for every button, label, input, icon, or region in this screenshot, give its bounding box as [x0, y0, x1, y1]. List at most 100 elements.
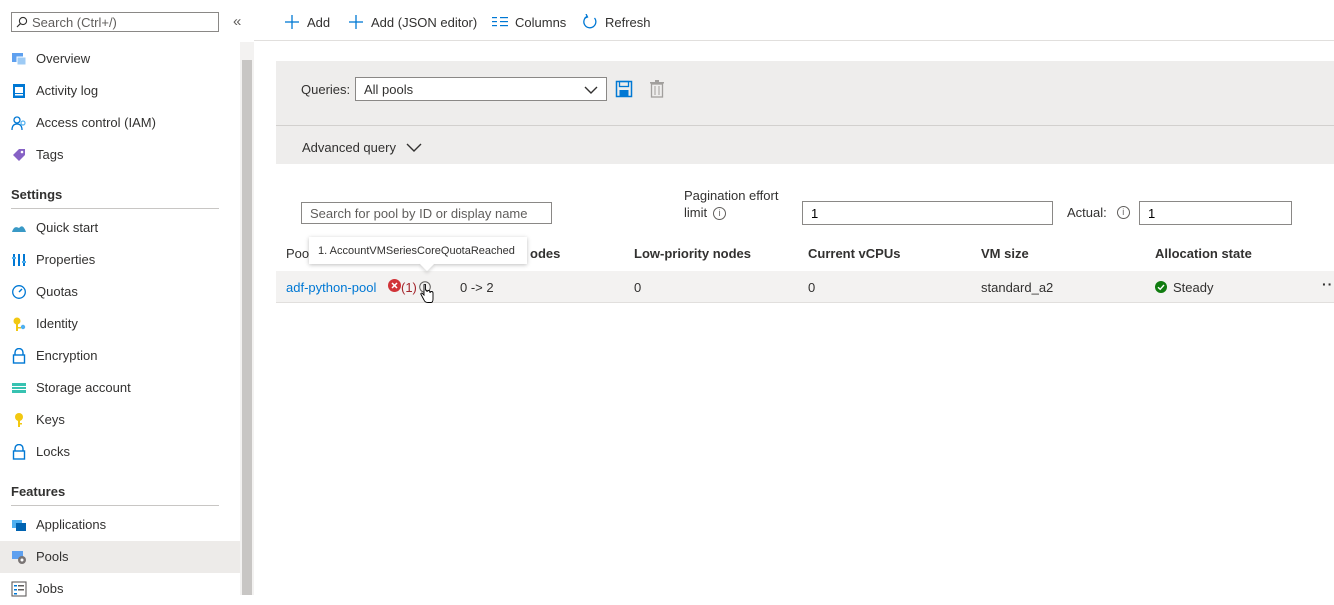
dedicated-nodes-value: 0 -> 2: [460, 280, 494, 295]
info-icon[interactable]: i: [713, 207, 727, 221]
allocation-state-value: Steady: [1173, 280, 1214, 295]
columns-label: Columns: [515, 14, 567, 30]
sidebar-item-quotas[interactable]: Quotas: [0, 276, 240, 308]
pool-search-box[interactable]: [301, 202, 552, 224]
sidebar-item-access-control[interactable]: Access control (IAM): [0, 107, 240, 139]
hand-cursor-icon: [420, 283, 434, 307]
column-header-low-priority-nodes[interactable]: Low-priority nodes: [634, 246, 751, 261]
actual-field[interactable]: [1139, 201, 1292, 225]
menu-search-box[interactable]: [11, 12, 219, 32]
advanced-query-toggle[interactable]: Advanced query: [302, 140, 422, 155]
storage-account-icon: [11, 380, 27, 396]
sidebar-item-label: Keys: [36, 412, 65, 427]
error-tooltip: 1. AccountVMSeriesCoreQuotaReached: [309, 237, 527, 272]
resource-menu: « Overview Activity log Access control (…: [0, 0, 241, 597]
activity-log-icon: [11, 83, 27, 99]
current-vcpus-value: 0: [808, 280, 816, 295]
pool-id-link[interactable]: adf-python-pool: [286, 280, 376, 295]
refresh-label: Refresh: [605, 14, 651, 30]
sidebar-item-label: Applications: [36, 517, 107, 532]
access-control-icon: [11, 115, 27, 131]
column-header-current-vcpus[interactable]: Current vCPUs: [808, 246, 900, 261]
add-button[interactable]: Add: [283, 12, 330, 32]
sidebar-item-label: Properties: [36, 252, 96, 267]
pagination-effort-field[interactable]: [802, 201, 1053, 225]
menu-search-input[interactable]: [32, 14, 212, 30]
queries-dropdown[interactable]: All pools: [355, 77, 607, 101]
command-bar: Add Add (JSON editor) Columns Refresh: [254, 0, 1334, 41]
sidebar-item-storage-account[interactable]: Storage account: [0, 372, 240, 404]
pool-search-input[interactable]: [302, 205, 548, 221]
queries-label: Queries:: [301, 82, 351, 97]
error-icon: [388, 279, 401, 295]
vm-size-value: standard_a2: [981, 280, 1054, 295]
columns-button[interactable]: Columns: [491, 12, 566, 32]
advanced-query-label: Advanced query: [302, 140, 396, 155]
queries-dropdown-value: All pools: [364, 81, 414, 97]
menu-scrollbar-thumb[interactable]: [242, 60, 252, 595]
low-priority-nodes-value: 0: [634, 280, 642, 295]
sidebar-item-encryption[interactable]: Encryption: [0, 340, 240, 372]
column-header-dedicated-nodes[interactable]: odes: [530, 246, 560, 261]
sidebar-item-overview[interactable]: Overview: [0, 43, 240, 75]
row-more-actions-button[interactable]: ···: [1322, 276, 1334, 292]
overview-icon: [11, 51, 27, 67]
lock-icon: [11, 347, 27, 364]
sidebar-item-applications[interactable]: Applications: [0, 509, 240, 541]
sidebar-item-label: Tags: [36, 147, 64, 162]
refresh-icon: [581, 13, 599, 31]
sidebar-item-tags[interactable]: Tags: [0, 139, 240, 171]
pools-blade: Add Add (JSON editor) Columns Refresh Qu…: [254, 0, 1334, 595]
pagination-effort-input[interactable]: [803, 205, 1052, 221]
save-query-icon[interactable]: [615, 80, 633, 101]
sidebar-item-quick-start[interactable]: Quick start: [0, 212, 240, 244]
tag-icon: [11, 147, 27, 163]
tooltip-beak: [419, 256, 435, 272]
sidebar-item-label: Access control (IAM): [36, 115, 156, 130]
sidebar-item-locks[interactable]: Locks: [0, 436, 240, 468]
sidebar-item-label: Identity: [36, 316, 78, 331]
sidebar-item-activity-log[interactable]: Activity log: [0, 75, 240, 107]
sidebar-item-pools[interactable]: Pools: [0, 541, 240, 573]
key-icon: [11, 412, 27, 428]
lock-icon: [11, 443, 27, 460]
info-icon[interactable]: i: [1116, 206, 1130, 219]
features-section-heading: Features: [11, 484, 219, 506]
actual-label: Actual: i: [1067, 205, 1130, 220]
sidebar-item-keys[interactable]: Keys: [0, 404, 240, 436]
sidebar-item-label: Overview: [36, 51, 91, 66]
properties-icon: [11, 252, 27, 268]
sidebar-item-label: Pools: [36, 549, 69, 564]
column-header-pool[interactable]: Poo: [286, 246, 309, 261]
pagination-label-line2: limit: [684, 205, 708, 220]
error-tooltip-text: 1. AccountVMSeriesCoreQuotaReached: [318, 244, 515, 257]
chevron-down-icon: [584, 83, 598, 98]
delete-query-icon[interactable]: [650, 80, 664, 101]
sidebar-item-properties[interactable]: Properties: [0, 244, 240, 276]
plus-icon: [347, 13, 365, 31]
plus-icon: [283, 13, 301, 31]
query-panel: Queries: All pools Advanced query: [276, 61, 1334, 164]
refresh-button[interactable]: Refresh: [581, 12, 651, 32]
sidebar-item-identity[interactable]: Identity: [0, 308, 240, 340]
add-json-editor-label: Add (JSON editor): [371, 14, 478, 30]
pagination-effort-label: Pagination effort limit i: [684, 187, 794, 221]
settings-section-heading: Settings: [11, 187, 219, 209]
success-check-icon: [1155, 281, 1167, 296]
collapse-menu-button[interactable]: «: [233, 14, 247, 30]
actual-input[interactable]: [1140, 205, 1291, 221]
quick-start-icon: [11, 220, 27, 236]
panel-divider: [276, 125, 1334, 126]
quotas-icon: [11, 284, 27, 300]
chevron-down-icon: [406, 143, 422, 153]
sidebar-item-jobs[interactable]: Jobs: [0, 573, 240, 605]
column-header-allocation-state[interactable]: Allocation state: [1155, 246, 1252, 261]
sidebar-item-label: Storage account: [36, 380, 131, 395]
sidebar-item-label: Encryption: [36, 348, 98, 363]
sidebar-item-label: Locks: [36, 444, 70, 459]
error-count: (1): [401, 280, 417, 295]
sidebar-item-label: Quick start: [36, 220, 99, 235]
search-icon: [12, 13, 32, 31]
column-header-vm-size[interactable]: VM size: [981, 246, 1029, 261]
add-json-editor-button[interactable]: Add (JSON editor): [347, 12, 477, 32]
